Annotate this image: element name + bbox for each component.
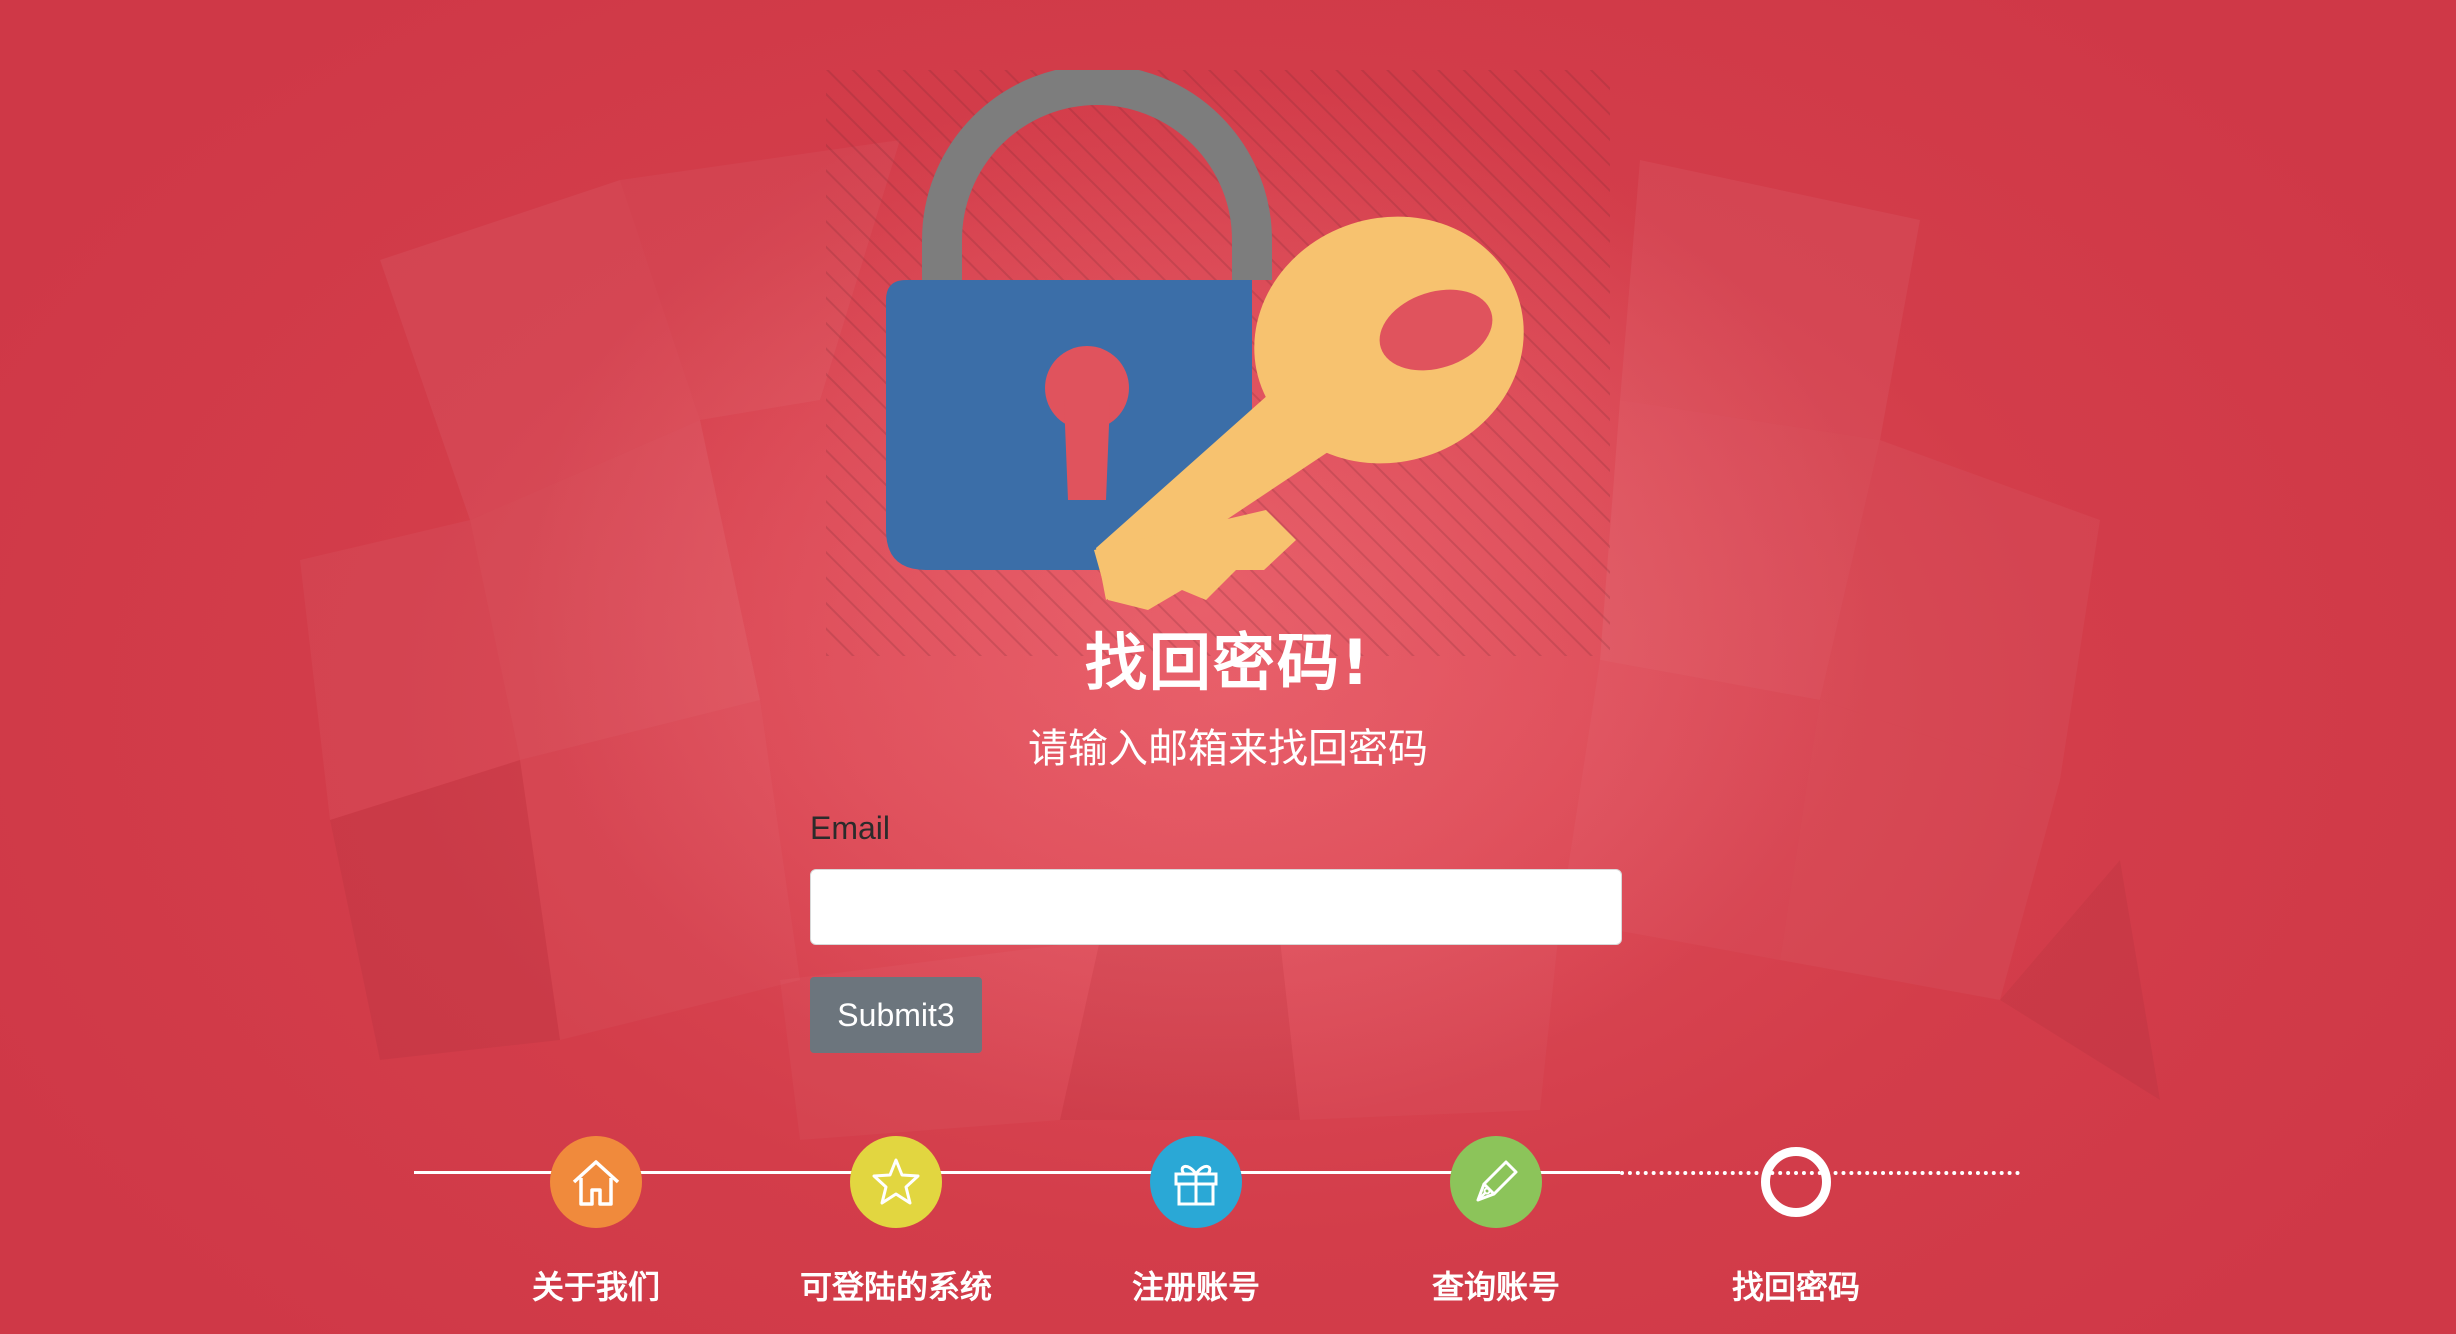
step-recover-password[interactable]: 找回密码: [1696, 1136, 1896, 1308]
step-circle: [1450, 1136, 1542, 1228]
step-label: 注册账号: [1131, 1268, 1260, 1306]
step-label: 关于我们: [531, 1268, 660, 1306]
home-icon: [572, 1160, 620, 1206]
step-query-account[interactable]: 查询账号: [1396, 1136, 1596, 1308]
page-subtitle: 请输入邮箱来找回密码: [1028, 726, 1428, 772]
email-field[interactable]: [810, 869, 1622, 945]
step-navigation: 关于我们 可登陆的系统 注册账号 查询账号 找回密码: [0, 1100, 2456, 1334]
submit-button[interactable]: Submit3: [810, 977, 982, 1053]
gift-icon: [1174, 1165, 1218, 1206]
step-available-systems[interactable]: 可登陆的系统: [796, 1136, 996, 1308]
lock-key-illustration: [826, 70, 1610, 656]
recover-password-form: Email Submit3: [810, 810, 1622, 1053]
step-register-account[interactable]: 注册账号: [1096, 1136, 1296, 1308]
step-circle: [850, 1136, 942, 1228]
page-title: 找回密码!: [1084, 626, 1372, 699]
current-step-ring-icon: [1761, 1147, 1831, 1217]
email-label: Email: [810, 810, 891, 846]
star-icon: [872, 1158, 920, 1205]
step-label: 查询账号: [1431, 1268, 1560, 1306]
step-label: 可登陆的系统: [799, 1268, 992, 1306]
step-circle: [1150, 1136, 1242, 1228]
pen-icon: [1476, 1160, 1518, 1202]
step-about-us[interactable]: 关于我们: [496, 1136, 696, 1308]
step-circle: [550, 1136, 642, 1228]
step-label: 找回密码: [1731, 1268, 1860, 1306]
